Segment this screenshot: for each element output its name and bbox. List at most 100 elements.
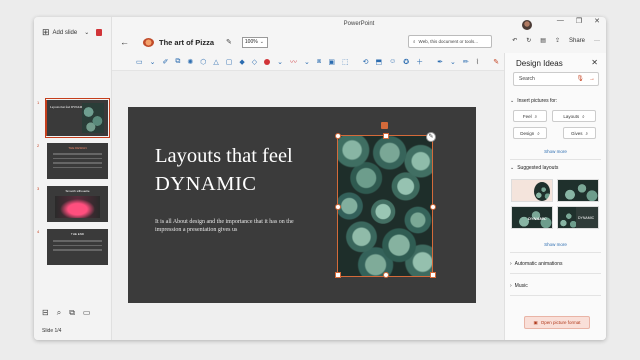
line-color-icon[interactable]: 〰 xyxy=(290,58,297,66)
slide-title-line-2[interactable]: DYNAMIC xyxy=(155,173,256,196)
chip-gives[interactable]: Gives ⌕ xyxy=(563,127,596,139)
resize-handle-bottom-right[interactable] xyxy=(430,272,436,278)
rail-bottom-tools: ⊟ ⌕ ⧉ ▭ xyxy=(42,308,90,318)
arrange-icon[interactable]: ⬡ xyxy=(200,58,206,66)
design-ideas-panel: Design Ideas ✕ Search 🎙 → ⌄ Insert pictur… xyxy=(504,53,606,340)
resize-handle-bottom-left[interactable] xyxy=(335,272,341,278)
layout-chevron-icon[interactable]: ⌄ xyxy=(150,58,156,66)
search-input[interactable]: ⌕ Web, this document or tools... xyxy=(408,35,492,48)
rotate-handle[interactable] xyxy=(381,122,388,129)
stickers-icon[interactable]: ✪ xyxy=(403,58,409,66)
slide-thumbnail-4[interactable]: 4 THE END xyxy=(37,229,109,267)
close-icon[interactable]: ✕ xyxy=(591,58,598,67)
slide-body-text[interactable]: It is all About design and the importanc… xyxy=(155,218,315,234)
draw-icon[interactable]: ✎ xyxy=(493,58,499,66)
emoji-icon[interactable]: ☺ xyxy=(389,58,396,66)
picture-icon[interactable]: ▣ xyxy=(328,58,335,66)
ribbon-toolbar: ▭ ⌄ ✐ ⧉ ✺ ⬡ △ ▢ ◆ ◇ ⌄ 〰 ⌄ ⧈ ▣ ⬚ ⟲ ⬒ ☺ ✪ … xyxy=(112,53,539,71)
copy-format-icon[interactable]: ⧉ xyxy=(175,58,180,66)
chip-feel[interactable]: Feel ⌕ xyxy=(513,110,547,122)
shapes-icon[interactable]: △ xyxy=(213,58,218,66)
layout-icon[interactable]: ▭ xyxy=(136,58,143,66)
automatic-animations-section[interactable]: › Automatic animations xyxy=(510,261,562,267)
redo-icon[interactable]: ↻ xyxy=(526,37,531,44)
resize-handle-top-left[interactable] xyxy=(335,133,341,139)
add-slide-button[interactable]: Add slide xyxy=(53,30,78,36)
layout-suggestion-2[interactable] xyxy=(557,179,599,202)
insert-pictures-section[interactable]: ⌄ Insert pictures for: xyxy=(510,98,557,104)
close-icon[interactable]: ✕ xyxy=(594,17,600,25)
chip-layouts[interactable]: Layouts ⌕ xyxy=(552,110,596,122)
layout-suggestion-4[interactable]: DYNAMIC xyxy=(557,206,599,229)
slide-thumb-image: Smooth silhouette xyxy=(47,186,108,222)
slide-thumb-image: Layouts that feel DYNAMIC xyxy=(45,98,110,138)
restore-icon[interactable]: ❐ xyxy=(576,17,582,25)
suggested-layouts-heading: Suggested layouts xyxy=(517,165,559,171)
line-chevron-icon[interactable]: ⌄ xyxy=(304,58,310,66)
slide-thumbnail-3[interactable]: 3 Smooth silhouette xyxy=(37,186,109,224)
layout-suggestion-1[interactable] xyxy=(511,179,553,202)
rotate-icon[interactable]: ⟲ xyxy=(363,58,369,66)
slide-number: 3 xyxy=(37,186,40,191)
show-more-pictures-link[interactable]: Show more xyxy=(505,149,606,154)
thumb-title: Smooth silhouette xyxy=(65,189,90,193)
microphone-icon[interactable]: 🎙 xyxy=(576,73,584,85)
view-icon[interactable]: ▭ xyxy=(83,308,91,318)
lasso-icon[interactable]: ⌇ xyxy=(476,58,479,66)
fill-color-icon[interactable] xyxy=(264,58,271,66)
arrow-right-icon[interactable]: → xyxy=(589,73,595,85)
share-button[interactable]: Share xyxy=(569,38,585,44)
share-icon[interactable]: ⇪ xyxy=(555,37,560,44)
open-picture-format-button[interactable]: ▣ Open picture format xyxy=(524,316,590,329)
fill-icon[interactable]: ◆ xyxy=(239,58,244,66)
zoom-select[interactable]: 100% ⌄ xyxy=(241,36,268,48)
show-more-layouts-link[interactable]: Show more xyxy=(505,242,606,247)
group-icon[interactable]: ⬚ xyxy=(342,58,349,66)
add-slide-chevron-icon[interactable]: ⌄ xyxy=(84,29,89,36)
slide-thumbnail-1[interactable]: 1 Layouts that feel DYNAMIC xyxy=(37,98,110,138)
layout-view-icon[interactable]: ▤ xyxy=(540,37,546,44)
undo-icon[interactable]: ↶ xyxy=(512,37,517,44)
delete-slide-icon[interactable] xyxy=(96,29,103,36)
minimize-icon[interactable]: — xyxy=(557,17,564,25)
music-section[interactable]: › Music xyxy=(510,283,528,289)
open-picture-format-label: Open picture format xyxy=(540,320,581,325)
resize-handle-bottom[interactable] xyxy=(383,272,389,278)
designer-icon[interactable]: ✐ xyxy=(163,58,169,66)
zoom-icon[interactable]: ⌕ xyxy=(57,308,61,318)
back-arrow-icon[interactable]: ← xyxy=(120,37,129,47)
add-slide-icon[interactable]: ⊞ xyxy=(42,27,50,38)
slide-layout-icon[interactable]: ⊟ xyxy=(42,308,49,318)
document-title[interactable]: The art of Pizza xyxy=(159,38,214,47)
transition-icon[interactable]: ✺ xyxy=(187,58,193,66)
thumb-title: THE DESIGN xyxy=(68,146,87,150)
current-slide[interactable]: Layouts that feel DYNAMIC It is all Abou… xyxy=(128,107,476,303)
resize-handle-right[interactable] xyxy=(430,204,436,210)
suggested-layouts-section[interactable]: ⌄ Suggested layouts xyxy=(510,165,558,171)
resize-handle-left[interactable] xyxy=(335,204,341,210)
more-options-icon[interactable]: ··· xyxy=(594,38,600,44)
pen-tool-icon[interactable]: ✒ xyxy=(437,58,443,66)
slide-thumbnail-2[interactable]: 2 THE DESIGN xyxy=(37,143,109,181)
copy-icon[interactable]: ⧉ xyxy=(69,308,75,318)
crop-icon[interactable]: ⧈ xyxy=(317,58,321,66)
user-avatar[interactable] xyxy=(522,20,532,30)
edit-pencil-icon[interactable]: ✎ xyxy=(426,132,436,142)
text-box-icon[interactable]: ▢ xyxy=(226,58,233,66)
pen-chevron-icon[interactable]: ⌄ xyxy=(450,58,456,66)
succulent-picture[interactable]: ✎ xyxy=(335,122,436,278)
panel-search-input[interactable]: Search 🎙 → xyxy=(513,72,599,86)
slide-title-line-1[interactable]: Layouts that feel xyxy=(155,145,293,168)
fill-chevron-icon[interactable]: ⌄ xyxy=(277,58,283,66)
slide-number: 1 xyxy=(37,100,40,105)
chevron-down-icon: ⌄ xyxy=(510,165,515,171)
rename-pencil-icon[interactable]: ✎ xyxy=(226,38,232,46)
align-icon[interactable]: ⬒ xyxy=(376,58,383,66)
pencil-icon[interactable]: ✏ xyxy=(463,58,469,66)
chip-design[interactable]: Design ⌕ xyxy=(513,127,547,139)
resize-handle-top[interactable] xyxy=(383,133,389,139)
layout-suggestion-3[interactable]: DYNAMIC xyxy=(511,206,553,229)
outline-icon[interactable]: ◇ xyxy=(252,58,257,66)
chevron-right-icon: › xyxy=(510,261,512,267)
add-icon[interactable]: ＋ xyxy=(416,58,423,66)
